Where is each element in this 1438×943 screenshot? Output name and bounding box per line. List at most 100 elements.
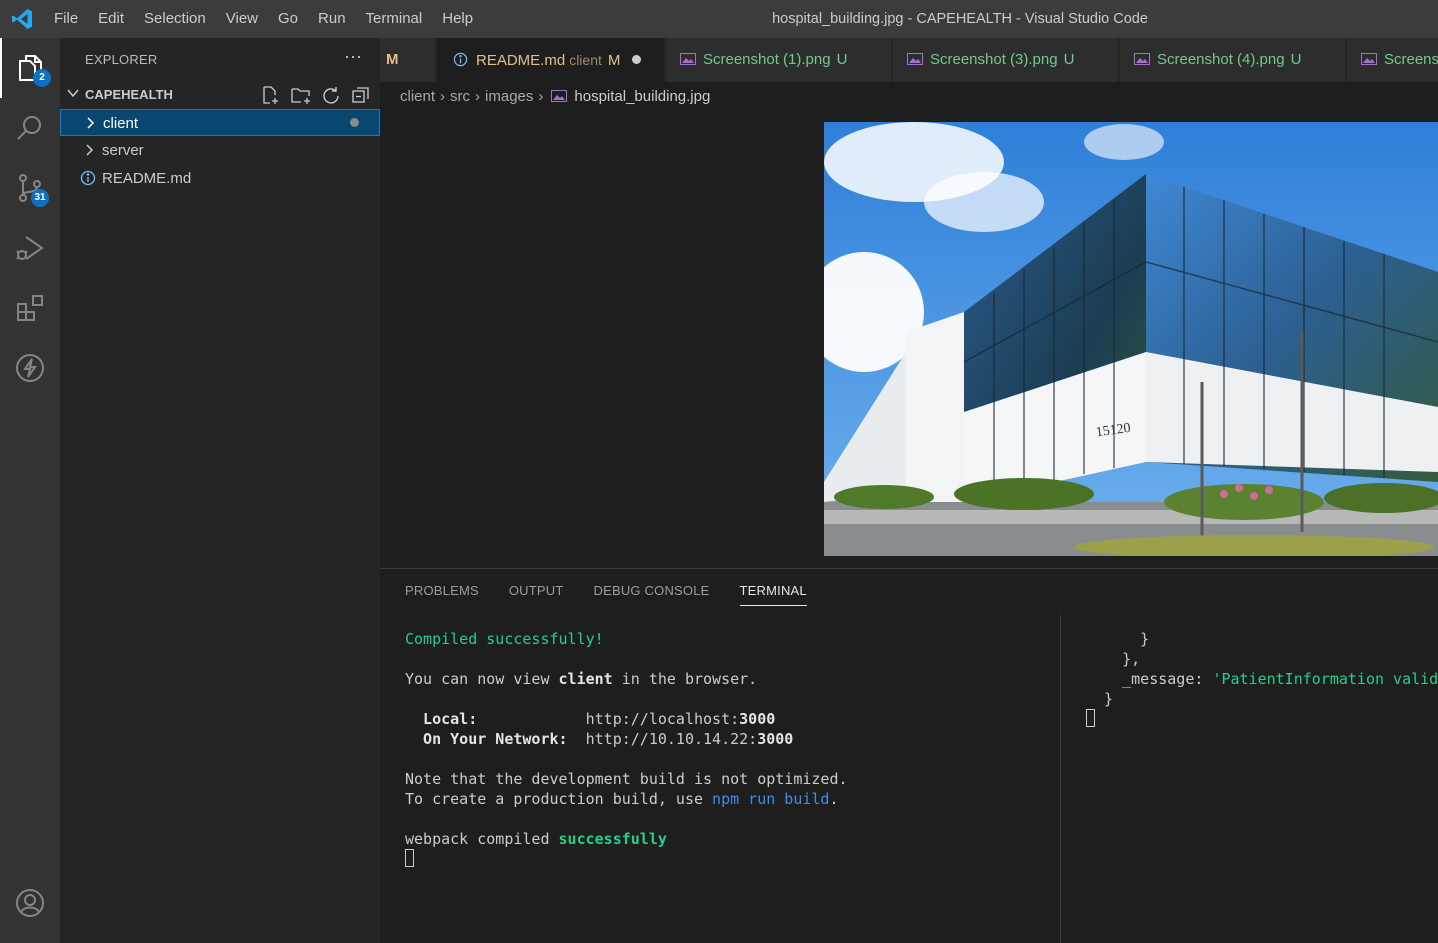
workspace-name: CAPEHEALTH — [85, 87, 173, 102]
tree-item-server[interactable]: server — [60, 137, 380, 164]
terminal-cursor — [405, 849, 414, 867]
tab-flag: M — [386, 51, 399, 68]
tab-screenshot-3[interactable]: Screenshot (3).png U — [893, 38, 1119, 82]
new-file-icon[interactable] — [260, 85, 282, 105]
editor-tabs: M README.md client M Screenshot (1).png U S… — [380, 38, 1438, 82]
terminal-text: } — [1086, 630, 1150, 648]
activity-thunder[interactable] — [0, 338, 60, 398]
image-file-icon — [907, 53, 923, 65]
tree-item-client[interactable]: client — [60, 109, 380, 136]
info-icon — [453, 52, 468, 67]
image-preview: 15120 — [824, 122, 1438, 556]
chevron-right-icon: › — [475, 87, 481, 105]
terminal-local-label: Local: — [405, 710, 478, 728]
terminal-text: You can now view — [405, 670, 559, 688]
tab-screenshot-partial[interactable]: Screens — [1347, 38, 1438, 82]
tab-description: client — [569, 52, 602, 68]
terminal-network-label: On Your Network: — [405, 730, 568, 748]
breadcrumb-file[interactable]: hospital_building.jpg — [574, 88, 710, 105]
panel-tabs: PROBLEMS OUTPUT DEBUG CONSOLE TERMINAL — [405, 583, 807, 606]
chevron-right-icon — [86, 144, 94, 156]
tab-label: Screenshot (1).png — [703, 51, 831, 68]
modified-dot-icon — [350, 118, 359, 127]
menu-go[interactable]: Go — [268, 0, 308, 38]
search-icon — [17, 116, 41, 140]
menu-run[interactable]: Run — [308, 0, 356, 38]
tab-debug-console[interactable]: DEBUG CONSOLE — [594, 583, 710, 606]
terminal-text: _message: — [1086, 670, 1213, 688]
info-icon — [80, 170, 96, 186]
terminal-compiled-line: Compiled successfully! — [405, 630, 604, 648]
chevron-right-icon: › — [538, 87, 544, 105]
menu-file[interactable]: File — [44, 0, 88, 38]
activity-bar: 2 31 — [0, 38, 60, 943]
tab-output[interactable]: OUTPUT — [509, 583, 564, 606]
terminal-build-command: npm run build — [712, 790, 830, 808]
tab-terminal[interactable]: TERMINAL — [739, 583, 807, 606]
tree-item-label: client — [103, 115, 139, 132]
terminal-webpack-status: successfully — [558, 830, 667, 848]
collapse-all-icon[interactable] — [350, 85, 372, 105]
terminal-split-divider[interactable] — [1060, 615, 1061, 943]
terminal-text: } — [1086, 690, 1114, 708]
breadcrumb-images[interactable]: images — [485, 88, 533, 105]
more-actions-icon[interactable]: ··· — [344, 46, 362, 67]
activity-accounts[interactable] — [0, 873, 60, 933]
explorer-badge: 2 — [33, 69, 51, 87]
terminal-text: in the browser. — [612, 670, 758, 688]
breadcrumb: client › src › images › hospital_buildin… — [400, 84, 710, 108]
extensions-icon — [17, 295, 43, 321]
unsaved-dot-icon — [632, 55, 642, 64]
menu-bar: File Edit Selection View Go Run Terminal… — [44, 0, 483, 38]
breadcrumb-src[interactable]: src — [450, 88, 470, 105]
workspace-section-header[interactable]: CAPEHEALTH — [60, 82, 380, 108]
terminal-output-right[interactable]: } }, _message: 'PatientInformation valid… — [1086, 629, 1438, 729]
tab-readme[interactable]: README.md client M — [437, 38, 665, 82]
tab-flag: U — [1290, 51, 1302, 68]
menu-view[interactable]: View — [216, 0, 268, 38]
lightning-icon — [16, 354, 44, 382]
activity-source-control[interactable]: 31 — [0, 158, 60, 218]
breadcrumb-client[interactable]: client — [400, 88, 435, 105]
terminal-string: 'PatientInformation validat — [1212, 670, 1438, 688]
tab-partial[interactable]: M — [380, 38, 436, 82]
menu-terminal[interactable]: Terminal — [356, 0, 433, 38]
menu-selection[interactable]: Selection — [134, 0, 216, 38]
tab-problems[interactable]: PROBLEMS — [405, 583, 479, 606]
tab-screenshot-4[interactable]: Screenshot (4).png U — [1120, 38, 1346, 82]
bottom-panel: PROBLEMS OUTPUT DEBUG CONSOLE TERMINAL C… — [380, 568, 1438, 943]
title-bar: File Edit Selection View Go Run Terminal… — [0, 0, 1438, 38]
tree-item-label: server — [102, 142, 144, 159]
terminal-cursor — [1086, 709, 1095, 727]
tree-item-readme[interactable]: README.md — [60, 165, 380, 192]
activity-run-debug[interactable] — [0, 218, 60, 278]
terminal-app-name: client — [558, 670, 613, 688]
account-icon — [16, 889, 44, 917]
terminal-local-port: 3000 — [739, 710, 776, 728]
vscode-logo-icon — [12, 9, 32, 29]
explorer-title: EXPLORER — [85, 52, 158, 67]
scm-badge: 31 — [31, 189, 49, 207]
tab-label: Screenshot (4).png — [1157, 51, 1285, 68]
new-folder-icon[interactable] — [290, 85, 312, 105]
activity-explorer[interactable]: 2 — [0, 38, 60, 98]
tab-flag: M — [607, 52, 621, 69]
explorer-actions — [260, 85, 372, 105]
image-file-icon — [1361, 53, 1377, 65]
terminal-note: Note that the development build is not o… — [405, 770, 848, 788]
activity-search[interactable] — [0, 98, 60, 158]
tab-flag: U — [836, 51, 848, 68]
menu-edit[interactable]: Edit — [88, 0, 134, 38]
tab-screenshot-1[interactable]: Screenshot (1).png U — [666, 38, 892, 82]
terminal-output-left[interactable]: Compiled successfully! You can now view … — [405, 629, 848, 869]
refresh-icon[interactable] — [320, 85, 342, 105]
chevron-down-icon — [67, 89, 79, 98]
chevron-right-icon — [87, 117, 95, 129]
hospital-building-image: 15120 — [824, 122, 1438, 556]
terminal-note: To create a production build, use — [405, 790, 713, 808]
terminal-local-url: http://localhost: — [585, 710, 740, 728]
tab-label: Screenshot (3).png — [930, 51, 1058, 68]
terminal-network-url: http://10.10.14.22: — [585, 730, 758, 748]
menu-help[interactable]: Help — [432, 0, 483, 38]
activity-extensions[interactable] — [0, 278, 60, 338]
